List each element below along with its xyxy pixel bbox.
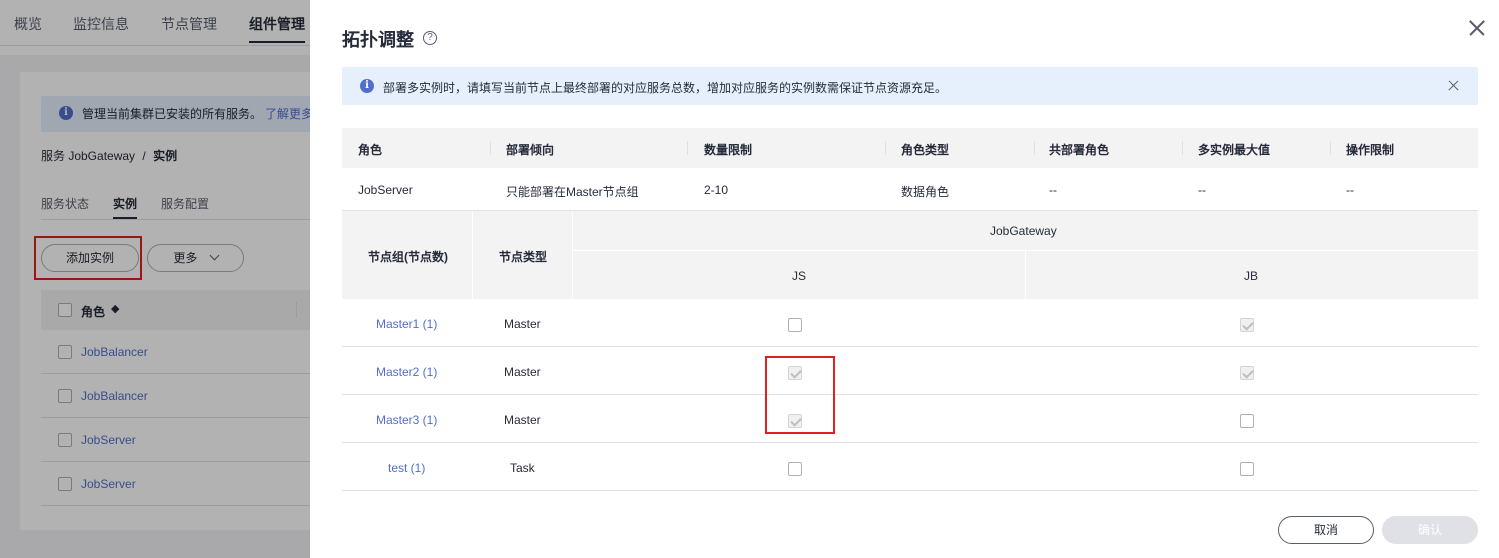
header-divider bbox=[472, 211, 473, 299]
js-checkbox[interactable] bbox=[788, 462, 802, 476]
node-group-link[interactable]: test (1) bbox=[388, 461, 425, 475]
column-divider bbox=[1034, 141, 1035, 155]
node-type: Master bbox=[504, 365, 541, 379]
close-icon[interactable] bbox=[1465, 16, 1489, 40]
topology-drawer: 拓扑调整 ? i 部署多实例时，请填写当前节点上最终部署的对应服务总数，增加对应… bbox=[310, 0, 1499, 558]
header-deploy-tendency: 部署倾向 bbox=[506, 143, 555, 157]
column-divider bbox=[687, 141, 688, 155]
node-group-link[interactable]: Master3 (1) bbox=[376, 413, 437, 427]
column-divider bbox=[490, 141, 491, 155]
header-divider bbox=[572, 211, 573, 299]
header-node-type: 节点类型 bbox=[499, 250, 548, 264]
header-node-group: 节点组(节点数) bbox=[368, 250, 448, 264]
cancel-button[interactable]: 取消 bbox=[1278, 516, 1374, 544]
header-service-name: JobGateway bbox=[990, 224, 1057, 238]
header-quantity-limit: 数量限制 bbox=[704, 143, 753, 157]
header-max-instances: 多实例最大值 bbox=[1198, 143, 1271, 157]
header-co-deploy-role: 共部署角色 bbox=[1049, 143, 1110, 157]
highlight-box-js-checked bbox=[765, 356, 835, 434]
header-operation-limit: 操作限制 bbox=[1346, 143, 1395, 157]
jb-checkbox bbox=[1240, 366, 1254, 380]
node-type: Master bbox=[504, 413, 541, 427]
drawer-info-text: 部署多实例时，请填写当前节点上最终部署的对应服务总数，增加对应服务的实例数需保证… bbox=[383, 81, 948, 95]
column-divider bbox=[1182, 141, 1183, 155]
cancel-label: 取消 bbox=[1313, 523, 1338, 537]
jb-checkbox[interactable] bbox=[1240, 414, 1254, 428]
drawer-title: 拓扑调整 bbox=[342, 30, 414, 50]
header-divider bbox=[1025, 251, 1026, 299]
cell-max-instances: -- bbox=[1198, 183, 1206, 197]
header-role: 角色 bbox=[358, 143, 383, 157]
help-icon[interactable]: ? bbox=[423, 31, 437, 45]
jb-checkbox[interactable] bbox=[1240, 462, 1254, 476]
cell-role: JobServer bbox=[358, 183, 413, 197]
js-checkbox[interactable] bbox=[788, 318, 802, 332]
cell-quantity-limit: 2-10 bbox=[704, 183, 729, 197]
node-group-link[interactable]: Master2 (1) bbox=[376, 365, 437, 379]
node-group-link[interactable]: Master1 (1) bbox=[376, 317, 437, 331]
info-close-icon[interactable] bbox=[1447, 80, 1459, 92]
cell-role-type: 数据角色 bbox=[901, 185, 950, 199]
header-role-type: 角色类型 bbox=[901, 143, 950, 157]
column-divider bbox=[885, 141, 886, 155]
cell-operation-limit: -- bbox=[1346, 183, 1354, 197]
info-icon: i bbox=[360, 79, 374, 93]
node-type: Task bbox=[510, 461, 535, 475]
cell-co-deploy-role: -- bbox=[1049, 183, 1057, 197]
header-role-jb: JB bbox=[1244, 269, 1259, 283]
confirm-button[interactable]: 确认 bbox=[1382, 516, 1478, 544]
cell-deploy-tendency: 只能部署在Master节点组 bbox=[506, 185, 639, 199]
modal-overlay[interactable] bbox=[0, 0, 310, 558]
column-divider bbox=[1330, 141, 1331, 155]
header-role-js: JS bbox=[792, 269, 807, 283]
jb-checkbox bbox=[1240, 318, 1254, 332]
confirm-label: 确认 bbox=[1417, 523, 1442, 537]
node-type: Master bbox=[504, 317, 541, 331]
